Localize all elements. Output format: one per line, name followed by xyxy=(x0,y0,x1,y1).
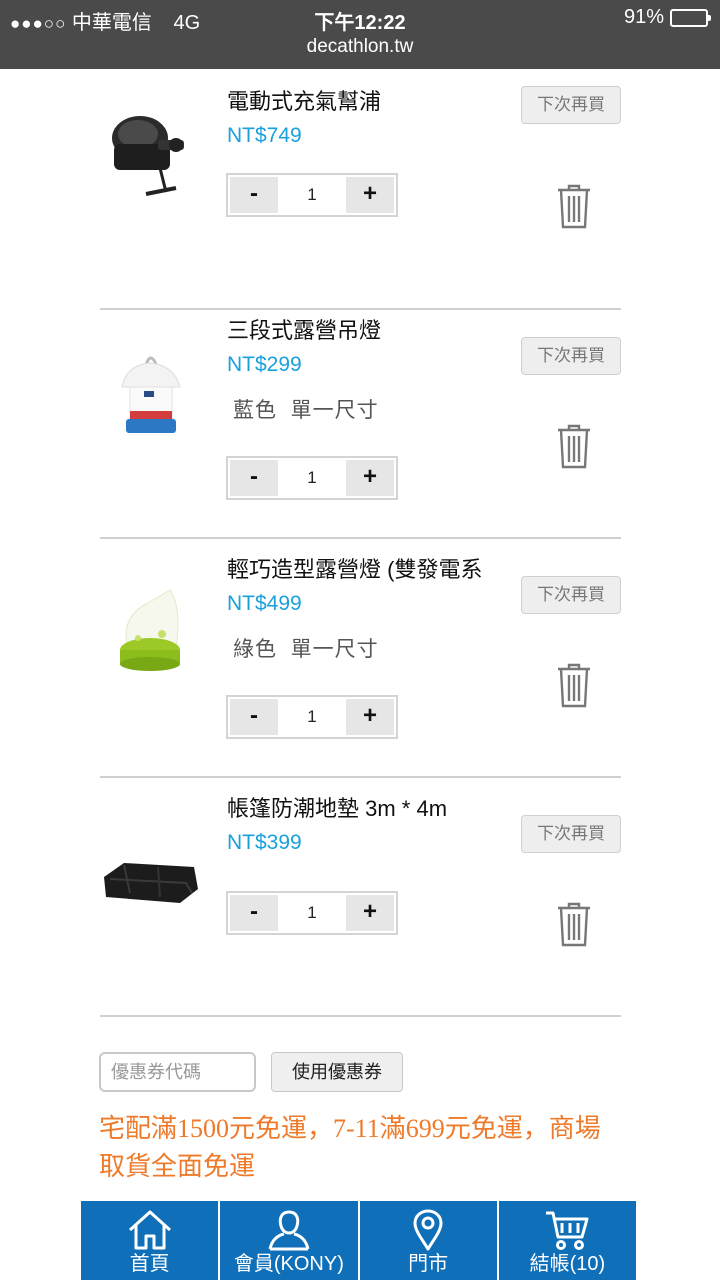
trash-icon[interactable] xyxy=(556,662,592,708)
clock: 下午12:22 xyxy=(314,12,406,34)
product-price: NT$399 xyxy=(227,831,302,854)
buy-later-button[interactable]: 下次再買 xyxy=(521,86,621,124)
quantity-stepper: - 1 + xyxy=(226,695,398,739)
battery-icon xyxy=(670,8,711,27)
quantity-stepper: - 1 + xyxy=(226,456,398,500)
coupon-code-input[interactable] xyxy=(99,1052,256,1092)
nav-store[interactable]: 門市 xyxy=(360,1201,499,1280)
nav-member[interactable]: 會員(KONY) xyxy=(220,1201,360,1280)
decrease-quantity-button[interactable]: - xyxy=(230,177,278,213)
cart-icon xyxy=(546,1211,589,1250)
bottom-nav: 首頁 會員(KONY) 門市 結帳(10) xyxy=(81,1201,636,1280)
nav-member-label: 會員(KONY) xyxy=(233,1253,344,1275)
trash-icon[interactable] xyxy=(556,901,592,947)
product-variant: 藍色 單一尺寸 xyxy=(233,399,379,422)
url-bar[interactable]: decathlon.tw xyxy=(0,36,720,58)
product-image-air-pump[interactable] xyxy=(100,100,200,210)
nav-home-label: 首頁 xyxy=(129,1253,170,1275)
apply-coupon-button[interactable]: 使用優惠券 xyxy=(271,1052,403,1092)
home-icon xyxy=(128,1210,171,1250)
product-name[interactable]: 輕巧造型露營燈 (雙發電系 xyxy=(227,552,517,584)
quantity-value[interactable]: 1 xyxy=(280,175,344,215)
product-name[interactable]: 電動式充氣幫浦 xyxy=(227,84,517,116)
product-name[interactable]: 帳篷防潮地墊 3m * 4m xyxy=(227,791,517,823)
buy-later-button[interactable]: 下次再買 xyxy=(521,576,621,614)
shipping-notice: 宅配滿1500元免運，7-11滿699元免運，商場取貨全面免運 xyxy=(99,1114,601,1181)
product-price: NT$299 xyxy=(227,353,302,376)
product-image-hanging-lantern[interactable] xyxy=(100,329,200,439)
quantity-value[interactable]: 1 xyxy=(280,893,344,933)
battery-status: 91% xyxy=(623,6,711,29)
status-bar: ●●●○○ 中華電信 4G 下午12:22 91% decathlon.tw xyxy=(0,0,720,69)
user-icon xyxy=(268,1210,310,1251)
nav-checkout[interactable]: 結帳(10) xyxy=(499,1201,636,1280)
product-price: NT$749 xyxy=(227,124,302,147)
trash-icon[interactable] xyxy=(556,183,592,229)
increase-quantity-button[interactable]: + xyxy=(346,177,394,213)
quantity-stepper: - 1 + xyxy=(226,173,398,217)
item-divider xyxy=(100,1015,621,1017)
cart-item: 三段式露營吊燈 NT$299 藍色 單一尺寸 - 1 + 下次再買 xyxy=(100,299,621,539)
decrease-quantity-button[interactable]: - xyxy=(230,699,278,735)
nav-home[interactable]: 首頁 xyxy=(81,1201,221,1280)
buy-later-button[interactable]: 下次再買 xyxy=(521,815,621,853)
product-image-ground-mat[interactable] xyxy=(100,827,200,937)
quantity-stepper: - 1 + xyxy=(226,891,398,935)
increase-quantity-button[interactable]: + xyxy=(346,895,394,931)
buy-later-button[interactable]: 下次再買 xyxy=(521,337,621,375)
cart-item: 輕巧造型露營燈 (雙發電系 NT$499 綠色 單一尺寸 - 1 + 下次再買 xyxy=(100,538,621,778)
increase-quantity-button[interactable]: + xyxy=(346,699,394,735)
cart-item: 帳篷防潮地墊 3m * 4m NT$399 - 1 + 下次再買 xyxy=(100,777,621,1017)
increase-quantity-button[interactable]: + xyxy=(346,460,394,496)
cart-item: 電動式充氣幫浦 NT$749 - 1 + 下次再買 xyxy=(100,70,621,310)
decrease-quantity-button[interactable]: - xyxy=(230,895,278,931)
product-name[interactable]: 三段式露營吊燈 xyxy=(227,313,517,345)
map-pin-icon xyxy=(413,1209,443,1251)
quantity-value[interactable]: 1 xyxy=(280,697,344,737)
product-variant: 綠色 單一尺寸 xyxy=(233,638,379,661)
trash-icon[interactable] xyxy=(556,423,592,469)
nav-checkout-label: 結帳(10) xyxy=(529,1253,606,1275)
nav-store-label: 門市 xyxy=(408,1253,449,1275)
decrease-quantity-button[interactable]: - xyxy=(230,460,278,496)
battery-percent: 91% xyxy=(623,6,664,28)
product-image-camping-lamp[interactable] xyxy=(100,568,200,678)
quantity-value[interactable]: 1 xyxy=(280,458,344,498)
product-price: NT$499 xyxy=(227,592,302,615)
